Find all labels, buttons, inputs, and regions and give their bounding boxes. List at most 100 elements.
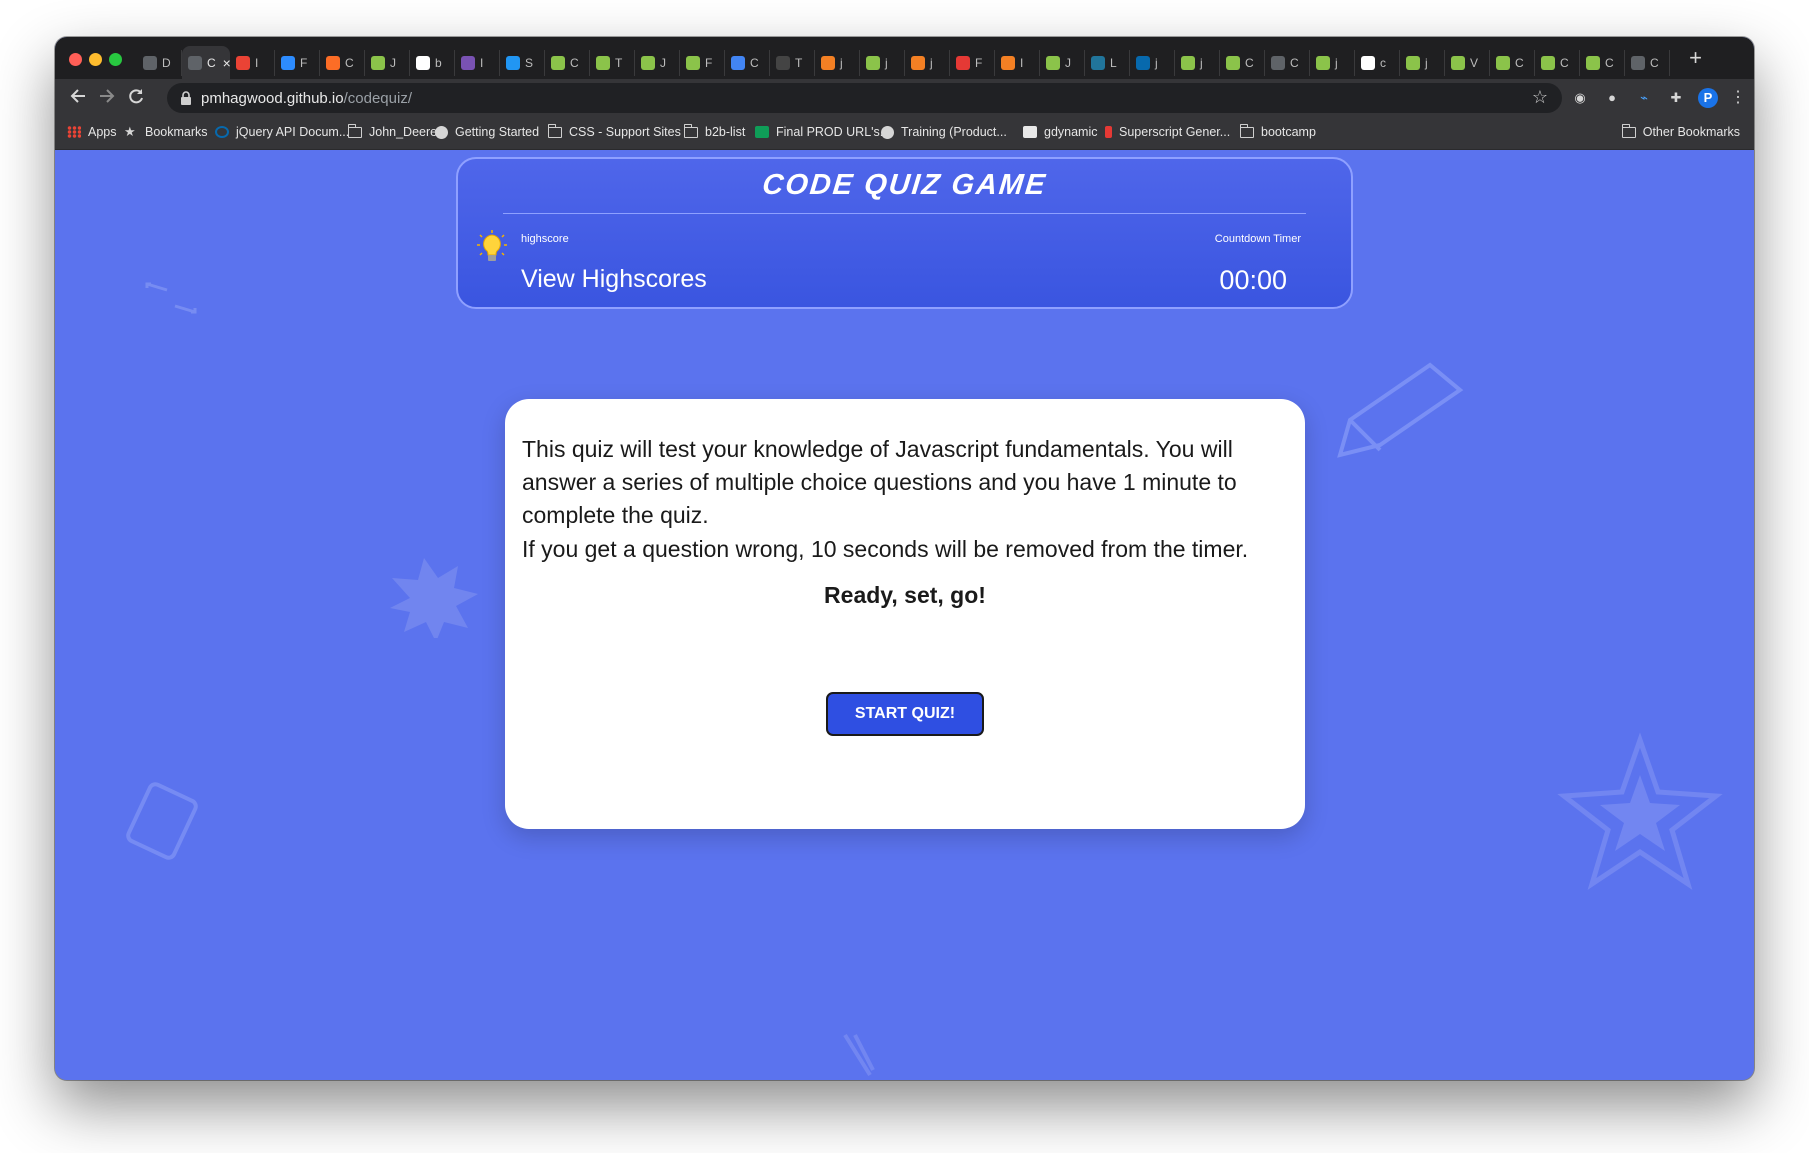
extensions-puzzle-icon[interactable]: ✚ <box>1666 88 1686 108</box>
tab-title: T <box>615 55 623 70</box>
jquery-icon <box>1136 55 1150 70</box>
bookmark-item[interactable]: John_Deere <box>348 123 437 139</box>
browser-tab[interactable]: C <box>1535 49 1580 76</box>
back-button[interactable] <box>67 87 89 109</box>
gmail-icon <box>236 55 250 70</box>
browser-tab[interactable]: T <box>590 49 635 76</box>
browser-tab[interactable]: c <box>1355 49 1400 76</box>
tab-active[interactable]: C × <box>182 46 230 79</box>
browser-tab[interactable]: j <box>1130 49 1175 76</box>
extension-link-icon[interactable]: ⌁ <box>1634 88 1654 108</box>
close-window-button[interactable] <box>69 53 82 66</box>
browser-tab[interactable]: C <box>1265 49 1310 76</box>
close-tab-icon[interactable]: × <box>223 55 230 71</box>
bookmark-item[interactable]: jQuery API Docum... <box>215 125 349 139</box>
tab-title: J <box>1065 55 1071 70</box>
image-icon <box>641 55 655 70</box>
gear-icon <box>956 55 970 70</box>
bottle-icon <box>1105 126 1112 138</box>
reload-button[interactable] <box>125 87 147 109</box>
browser-tab[interactable]: C <box>545 49 590 76</box>
quiz-header: CODE QUIZ GAME highscore View Highscores… <box>456 157 1353 309</box>
lock-icon <box>181 91 191 105</box>
browser-tab[interactable]: L <box>1085 49 1130 76</box>
bookmark-item[interactable]: CSS - Support Sites <box>548 123 681 139</box>
browser-tab[interactable]: C <box>320 49 365 76</box>
browser-tab[interactable]: C <box>1220 49 1265 76</box>
browser-tab[interactable]: j <box>1400 49 1445 76</box>
bookmark-item[interactable]: Apps <box>67 125 117 139</box>
view-highscores-link[interactable]: View Highscores <box>521 265 707 294</box>
bookmark-item[interactable]: Final PROD URL's... <box>755 125 890 139</box>
browser-tab[interactable]: S <box>500 49 545 76</box>
browser-tab[interactable]: I <box>995 49 1040 76</box>
maximize-window-button[interactable] <box>109 53 122 66</box>
browser-tab[interactable]: I <box>455 49 500 76</box>
browser-tab[interactable]: I <box>230 49 275 76</box>
bookmark-star-icon[interactable]: ☆ <box>1532 87 1548 108</box>
image-icon <box>1451 55 1465 70</box>
tab-title: C <box>1650 55 1659 70</box>
stack-icon <box>911 55 925 70</box>
bookmark-item[interactable]: ★ Bookmarks <box>124 125 208 139</box>
browser-tab[interactable]: F <box>680 49 725 76</box>
tab-title: C <box>1290 55 1299 70</box>
browser-tab[interactable]: b <box>410 49 455 76</box>
browser-tab[interactable]: C <box>725 49 770 76</box>
tab-title: j <box>1155 55 1158 70</box>
bookmark-item[interactable]: Superscript Gener... <box>1105 125 1230 139</box>
browser-tab[interactable]: J <box>1040 49 1085 76</box>
folder-icon <box>548 123 562 138</box>
bookmark-label: gdynamic <box>1044 125 1098 139</box>
browser-tab[interactable]: J <box>635 49 680 76</box>
browser-tab[interactable]: F <box>275 49 320 76</box>
tab-title: C <box>750 55 759 70</box>
menu-kebab-icon[interactable]: ⋮ <box>1728 88 1748 108</box>
folder-icon <box>1621 123 1636 138</box>
browser-tab[interactable]: J <box>365 49 410 76</box>
bookmark-item[interactable]: Training (Product... <box>881 125 1007 139</box>
sheets-icon <box>755 126 769 138</box>
url-path: /codequiz/ <box>343 90 412 107</box>
tab-title: j <box>930 55 933 70</box>
globe-icon <box>143 55 157 70</box>
browser-tab[interactable]: C <box>1580 49 1625 76</box>
folder-icon <box>1240 123 1254 138</box>
bookmark-label: b2b-list <box>705 125 746 139</box>
tab-title: C <box>345 55 354 70</box>
browser-tab[interactable]: j <box>860 49 905 76</box>
docs-icon <box>731 55 745 70</box>
countdown-timer-value: 00:00 <box>1219 265 1287 295</box>
other-bookmarks[interactable]: Other Bookmarks <box>1621 123 1740 139</box>
browser-tab[interactable]: C <box>1490 49 1535 76</box>
page-title: CODE QUIZ GAME <box>760 169 1049 201</box>
bookmark-item[interactable]: Getting Started <box>435 125 539 139</box>
tab-title: J <box>390 55 396 70</box>
browser-tab[interactable]: j <box>815 49 860 76</box>
new-tab-button[interactable]: + <box>1689 47 1702 69</box>
tab-title: c <box>1380 55 1386 70</box>
burst-doodle-icon <box>390 558 478 638</box>
minimize-window-button[interactable] <box>89 53 102 66</box>
browser-tab[interactable]: T <box>770 49 815 76</box>
browser-tab[interactable]: j <box>905 49 950 76</box>
gitlab-icon <box>326 55 340 70</box>
profile-avatar[interactable]: P <box>1698 88 1718 108</box>
browser-tab[interactable]: j <box>1175 49 1220 76</box>
image-icon <box>1406 55 1420 70</box>
bookmark-item[interactable]: b2b-list <box>684 123 746 139</box>
bookmark-item[interactable]: bootcamp <box>1240 123 1316 139</box>
bookmark-item[interactable]: gdynamic <box>1023 125 1098 139</box>
browser-tab[interactable]: j <box>1310 49 1355 76</box>
extension-camera-icon[interactable]: ◉ <box>1570 88 1590 108</box>
forward-button[interactable] <box>96 87 118 109</box>
browser-tab[interactable]: C <box>1625 49 1670 76</box>
browser-tab[interactable]: D <box>137 49 182 76</box>
ready-text: Ready, set, go! <box>824 582 986 608</box>
browser-tab[interactable]: V <box>1445 49 1490 76</box>
image-icon <box>686 55 700 70</box>
extension-record-icon[interactable]: ● <box>1602 88 1622 108</box>
browser-tab[interactable]: F <box>950 49 995 76</box>
address-bar[interactable]: pmhagwood.github.io/codequiz/ ☆ <box>167 83 1562 113</box>
start-quiz-button[interactable]: START QUIZ! <box>826 692 984 736</box>
